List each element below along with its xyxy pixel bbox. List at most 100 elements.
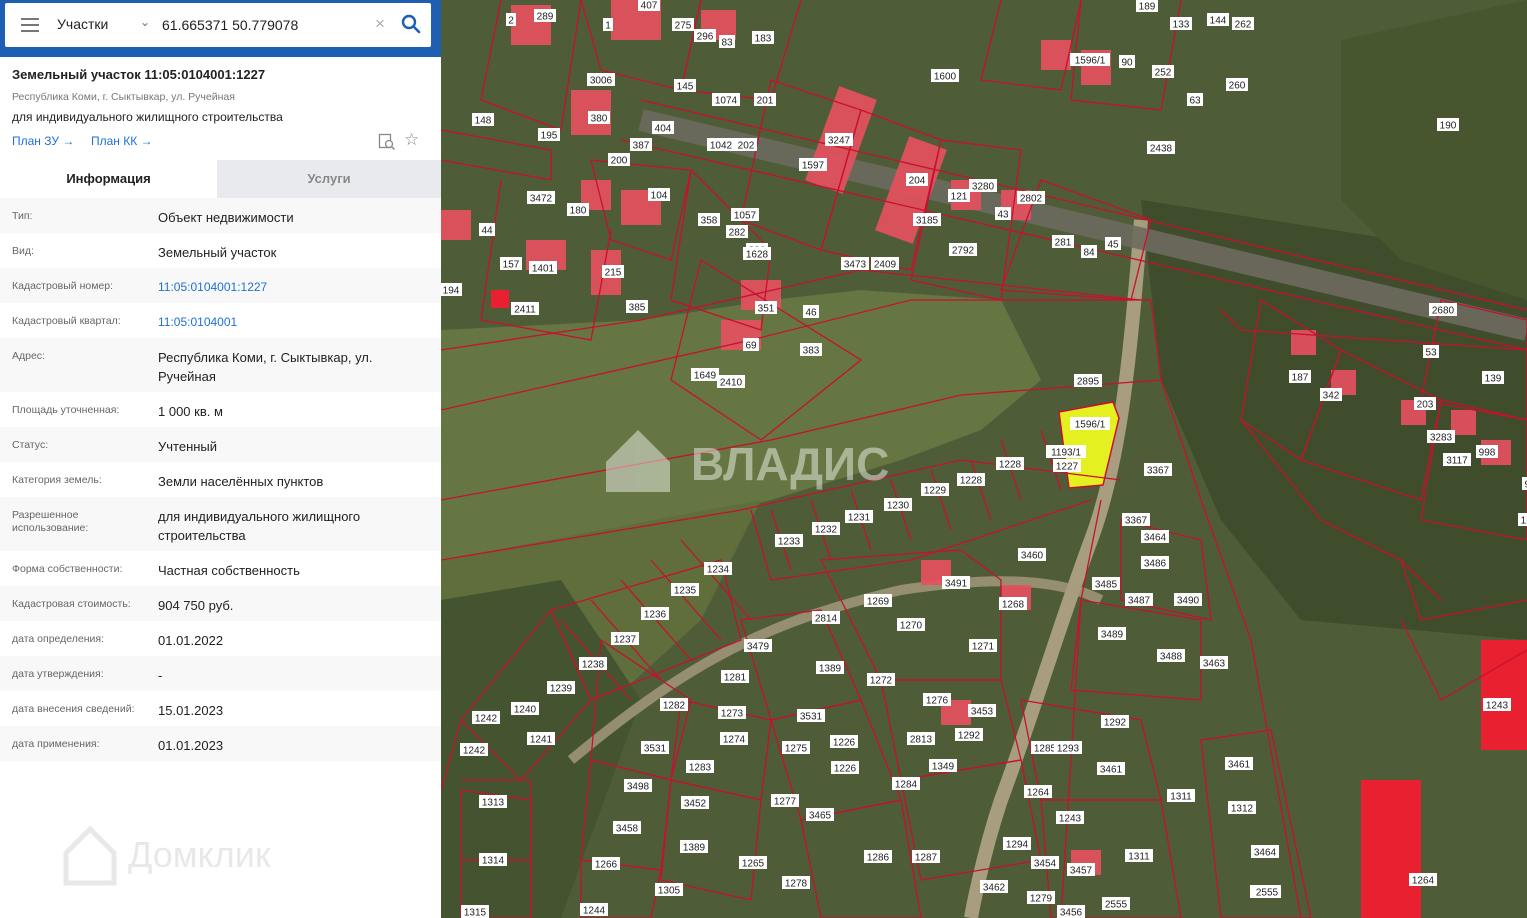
svg-text:180: 180 bbox=[570, 206, 587, 217]
svg-text:201: 201 bbox=[757, 96, 774, 107]
info-label: дата применения: bbox=[12, 738, 100, 750]
info-row: Кадастровый квартал: 11:05:0104001 bbox=[0, 303, 441, 338]
info-value: 1 000 кв. м bbox=[158, 404, 223, 419]
svg-text:1311: 1311 bbox=[1128, 852, 1150, 863]
plot-label: 2680 bbox=[1429, 303, 1457, 317]
plot-label: 296 bbox=[694, 29, 716, 43]
info-label: Статус: bbox=[12, 439, 49, 451]
plot-label: 3462 bbox=[980, 880, 1008, 894]
plan-zu-link[interactable]: План ЗУ → bbox=[12, 134, 74, 148]
info-value-link[interactable]: 11:05:0104001:1227 bbox=[158, 278, 428, 297]
plot-label: 1293 bbox=[1054, 741, 1082, 755]
svg-text:3367: 3367 bbox=[1147, 466, 1170, 477]
svg-text:1292: 1292 bbox=[958, 731, 981, 742]
plot-label: 3464 bbox=[1251, 845, 1279, 859]
plot-label: 203 bbox=[1414, 397, 1436, 411]
info-label: Площадь уточненная: bbox=[12, 404, 120, 416]
cadastral-map[interactable]: 2 289 1 407 275 296 83 183 3006 145 1074 201 148 380 4… bbox=[441, 0, 1527, 918]
svg-text:282: 282 bbox=[729, 228, 746, 239]
info-row: Кадастровая стоимость: 904 750 руб. bbox=[0, 586, 441, 621]
svg-text:3465: 3465 bbox=[809, 811, 832, 822]
svg-text:3247: 3247 bbox=[828, 136, 851, 147]
svg-text:2: 2 bbox=[508, 16, 514, 27]
domclick-watermark: Домклик bbox=[63, 825, 271, 886]
svg-text:45: 45 bbox=[1107, 240, 1119, 251]
svg-text:3461: 3461 bbox=[1100, 765, 1123, 776]
coordinates-search-input[interactable] bbox=[162, 14, 367, 36]
svg-text:3006: 3006 bbox=[590, 76, 613, 87]
svg-text:1264: 1264 bbox=[1412, 876, 1435, 887]
svg-text:998: 998 bbox=[1479, 448, 1496, 459]
plot-label: 1229 bbox=[921, 483, 949, 497]
plot-label: 3472 bbox=[527, 191, 555, 205]
svg-text:1286: 1286 bbox=[867, 853, 890, 864]
info-label: Кадастровая стоимость: bbox=[12, 598, 131, 610]
svg-text:3452: 3452 bbox=[684, 799, 707, 810]
plot-label: 1276 bbox=[923, 693, 951, 707]
svg-text:3490: 3490 bbox=[1177, 596, 1200, 607]
plot-label: 43 bbox=[995, 207, 1011, 221]
zoom-to-object-icon[interactable] bbox=[378, 133, 396, 151]
plot-label: 1279 bbox=[1027, 891, 1055, 905]
svg-text:1315: 1315 bbox=[464, 908, 487, 918]
plot-label: 1236 bbox=[641, 607, 669, 621]
tab-information[interactable]: Информация bbox=[0, 160, 217, 198]
plot-label: 252 bbox=[1152, 65, 1174, 79]
plot-label: 1237 bbox=[611, 632, 639, 646]
svg-text:1237: 1237 bbox=[614, 635, 637, 646]
map-canvas[interactable]: 2 289 1 407 275 296 83 183 3006 145 1074 201 148 380 4… bbox=[441, 0, 1527, 918]
search-header: Участки ⌄ × bbox=[0, 0, 441, 57]
svg-text:1242: 1242 bbox=[475, 714, 498, 725]
plot-label: 3531 bbox=[797, 709, 825, 723]
svg-text:203: 203 bbox=[1417, 400, 1434, 411]
svg-text:2555: 2555 bbox=[1256, 888, 1279, 899]
plot-label: 3491 bbox=[942, 576, 970, 590]
svg-text:133: 133 bbox=[1173, 20, 1190, 31]
tab-services[interactable]: Услуги bbox=[217, 160, 441, 198]
object-usage: для индивидуального жилищного строительс… bbox=[12, 110, 283, 124]
plot-label: 3465 bbox=[806, 808, 834, 822]
plot-label: 1596/1 bbox=[1070, 417, 1110, 431]
plot-label: 2411 bbox=[511, 302, 539, 316]
layer-select[interactable]: Участки bbox=[57, 16, 108, 32]
plot-label: 1266 bbox=[592, 857, 620, 871]
plot-label: 3489 bbox=[1098, 627, 1126, 641]
plot-label: 1275 bbox=[782, 741, 810, 755]
plot-label: 1628 bbox=[743, 247, 771, 261]
info-row: Разрешенное использование: для индивидуал… bbox=[0, 497, 441, 551]
info-label: Адрес: bbox=[12, 350, 45, 362]
clear-icon[interactable]: × bbox=[375, 15, 385, 33]
menu-icon[interactable] bbox=[21, 18, 39, 32]
plan-kk-link[interactable]: План КК → bbox=[91, 134, 153, 148]
plot-label: 1292 bbox=[955, 728, 983, 742]
plot-label: 44 bbox=[479, 223, 495, 237]
info-label: Категория земель: bbox=[12, 474, 102, 486]
svg-text:1272: 1272 bbox=[870, 676, 893, 687]
plot-label: 1270 bbox=[897, 618, 925, 632]
search-icon[interactable] bbox=[401, 14, 421, 34]
plot-label: 1243 bbox=[1056, 811, 1084, 825]
svg-text:1238: 1238 bbox=[582, 660, 605, 671]
info-label: Тип: bbox=[12, 210, 33, 222]
svg-text:351: 351 bbox=[758, 304, 775, 315]
svg-text:3456: 3456 bbox=[1060, 908, 1083, 918]
svg-text:44: 44 bbox=[481, 226, 493, 237]
plot-label: 195 bbox=[538, 128, 560, 142]
svg-text:1226: 1226 bbox=[834, 764, 857, 775]
plot-label: 3498 bbox=[624, 779, 652, 793]
info-value: 15.01.2023 bbox=[158, 703, 224, 718]
chevron-down-icon[interactable]: ⌄ bbox=[140, 15, 150, 29]
info-value: Земли населённых пунктов bbox=[158, 474, 324, 489]
plot-label: 1286 bbox=[864, 850, 892, 864]
info-row: Вид: Земельный участок bbox=[0, 233, 441, 268]
plot-label: 3280 bbox=[969, 179, 997, 193]
svg-text:262: 262 bbox=[1235, 20, 1252, 31]
svg-text:2555: 2555 bbox=[1105, 900, 1128, 911]
plot-label: 3473 bbox=[841, 257, 869, 271]
info-value-link[interactable]: 11:05:0104001 bbox=[158, 313, 428, 332]
svg-text:83: 83 bbox=[721, 38, 733, 49]
star-icon[interactable]: ☆ bbox=[404, 130, 419, 150]
svg-text:1193/1: 1193/1 bbox=[1051, 448, 1081, 459]
plot-label: 200 bbox=[608, 153, 630, 167]
svg-text:1311: 1311 bbox=[1170, 792, 1192, 803]
